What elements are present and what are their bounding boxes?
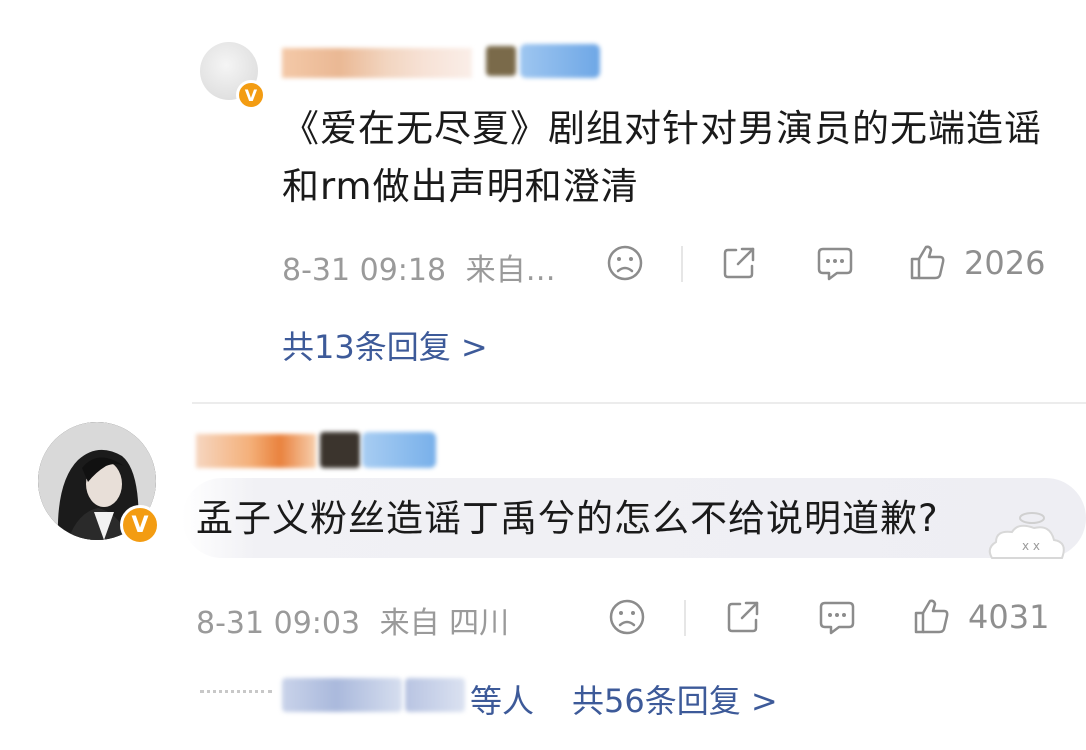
fan-badge-icon	[520, 44, 600, 78]
comment-text: 孟子义粉丝造谣丁禹兮的怎么不给说明道歉?	[196, 497, 939, 540]
view-replies-link[interactable]: 共56条回复 >	[572, 676, 778, 722]
sad-face-icon[interactable]	[604, 242, 646, 284]
reply-dots	[200, 690, 272, 697]
divider	[681, 246, 683, 282]
view-replies-link[interactable]: 共13条回复 >	[282, 322, 488, 368]
thumbs-up-icon[interactable]	[906, 240, 950, 284]
verified-badge-icon: V	[120, 505, 160, 545]
comment-source: 来自…	[465, 253, 556, 288]
comment-time: 8-31 09:18	[282, 253, 447, 288]
svg-text:x x: x x	[1022, 539, 1040, 553]
level-badge-icon	[320, 432, 360, 468]
share-icon[interactable]	[718, 242, 760, 284]
comment-time: 8-31 09:03	[196, 606, 361, 641]
username-redacted[interactable]	[282, 48, 472, 78]
cloud-sticker-icon: x x	[982, 508, 1072, 568]
like-count: 2026	[964, 244, 1046, 282]
sad-face-icon[interactable]	[606, 596, 648, 638]
fan-badge-icon	[362, 432, 436, 468]
thumbs-up-icon[interactable]	[910, 594, 954, 638]
level-badge-icon	[486, 46, 516, 76]
comment-source: 来自 四川	[379, 606, 510, 641]
divider	[684, 600, 686, 636]
verified-badge-icon: V	[236, 80, 266, 110]
comment-divider	[192, 402, 1086, 404]
comment-text: 《爱在无尽夏》剧组对针对男演员的无端造谣和rm做出声明和澄清	[282, 107, 1042, 208]
replier-names-redacted[interactable]	[282, 678, 402, 712]
comment-icon[interactable]	[816, 596, 858, 638]
reply-summary-suffix: 等人	[470, 682, 535, 720]
username-redacted[interactable]	[196, 434, 316, 468]
replier-names-redacted[interactable]	[405, 678, 465, 712]
share-icon[interactable]	[722, 596, 764, 638]
comment-icon[interactable]	[814, 242, 856, 284]
like-count: 4031	[968, 598, 1050, 636]
